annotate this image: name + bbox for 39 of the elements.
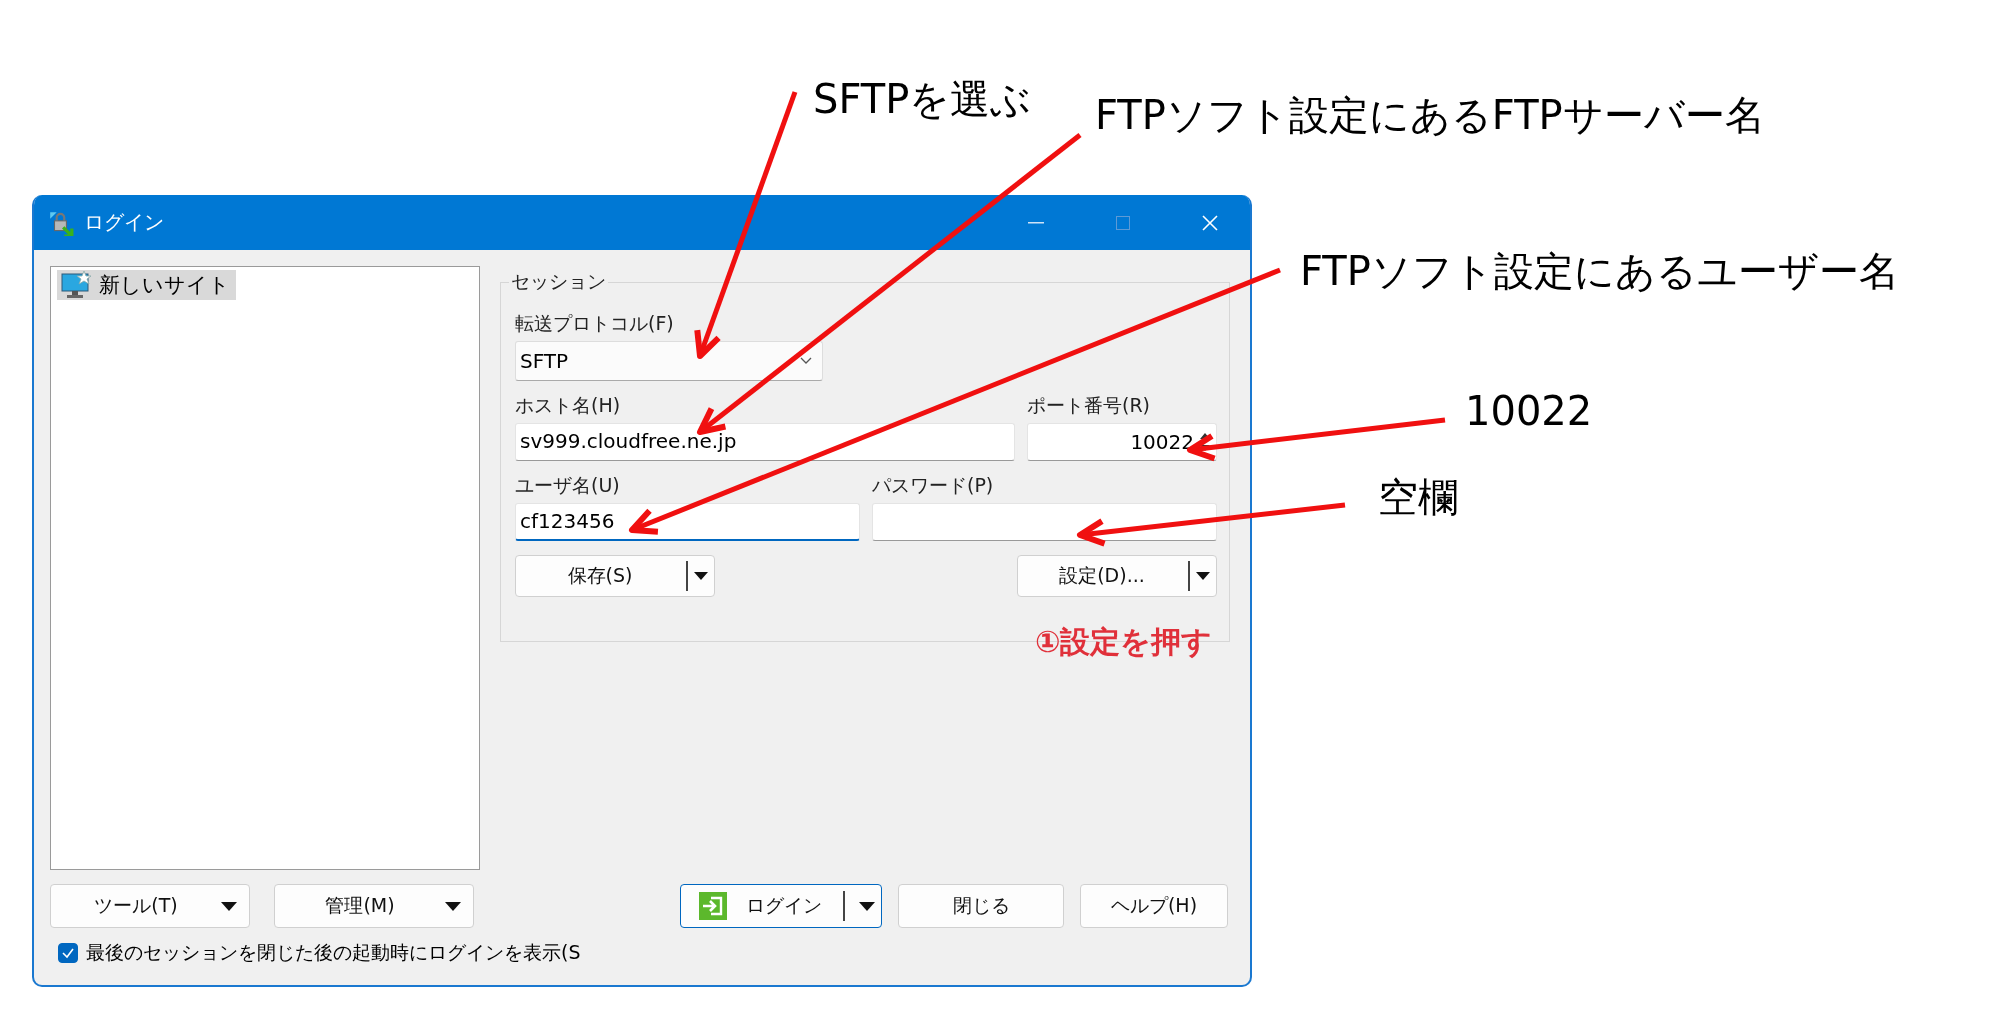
lock-icon (48, 209, 74, 236)
site-item[interactable]: 新しいサイト (57, 270, 236, 300)
login-button[interactable]: ログイン (680, 884, 882, 928)
note-text: ①設定を押す (1035, 623, 1213, 661)
window-title: ログイン (84, 209, 164, 236)
protocol-dropdown[interactable]: SFTP (515, 341, 823, 381)
host-field[interactable]: sv999.cloudfree.ne.jp (515, 423, 1015, 461)
save-button[interactable]: 保存(S) (515, 555, 715, 597)
field-label: ユーザ名(U) (515, 473, 621, 498)
dialog-button[interactable]: 閉じる (898, 884, 1064, 928)
checkbox[interactable] (58, 943, 78, 963)
username-field[interactable]: cf123456 (515, 503, 860, 541)
field-label: ホスト名(H) (515, 393, 622, 418)
caret-icon (221, 901, 237, 911)
password-field[interactable] (872, 503, 1217, 541)
field-label: 転送プロトコル(F) (515, 311, 675, 336)
checkmark-icon (61, 947, 75, 959)
dialog-button[interactable]: ヘルプ(H) (1080, 884, 1228, 928)
field-label: ポート番号(R) (1027, 393, 1152, 418)
caret-icon (445, 901, 461, 911)
menu-button[interactable]: ツール(T) (50, 884, 250, 928)
monitor-icon (61, 271, 91, 299)
callout-text: FTPソフト設定にあるユーザー名 (1300, 247, 1899, 296)
caret-icon (694, 572, 708, 580)
settings-button[interactable]: 設定(D)... (1017, 555, 1217, 597)
login-icon (699, 892, 727, 920)
close-icon[interactable] (1202, 214, 1218, 231)
callout-text: 空欄 (1378, 473, 1458, 522)
callout-text: SFTPを選ぶ (813, 75, 1032, 124)
callout-text: 10022 (1465, 388, 1593, 434)
field-label: パスワード(P) (872, 473, 995, 498)
port-field[interactable]: 10022 (1027, 423, 1217, 461)
checkbox-label: 最後のセッションを閉じた後の起動時にログインを表示(S (86, 940, 581, 965)
callout-text: FTPソフト設定にあるFTPサーバー名 (1095, 91, 1765, 140)
caret-icon (859, 901, 875, 911)
minimize-icon[interactable] (1028, 221, 1044, 224)
chevron-icon (800, 357, 812, 365)
menu-button[interactable]: 管理(M) (274, 884, 474, 928)
caret-icon (1196, 572, 1210, 580)
